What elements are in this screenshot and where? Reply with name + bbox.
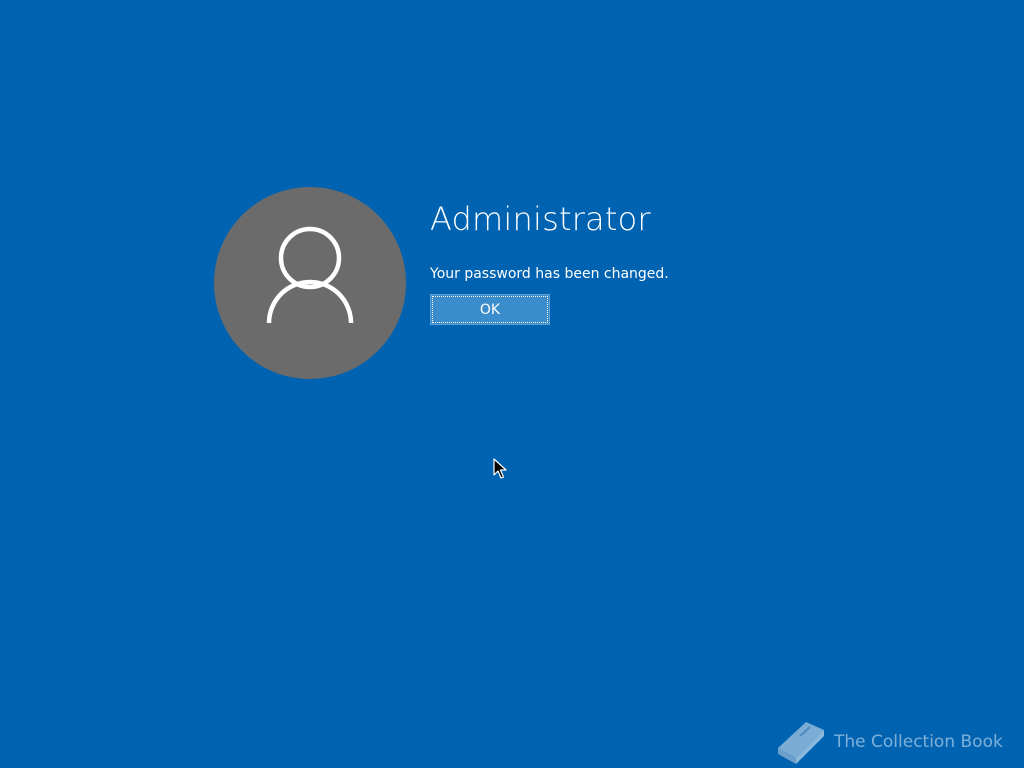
ok-button[interactable]: OK: [430, 294, 550, 325]
book-icon: [778, 722, 824, 764]
watermark: The Collection Book: [772, 718, 1003, 766]
status-message: Your password has been changed.: [430, 266, 669, 282]
user-silhouette-icon: [266, 226, 354, 324]
lock-screen: Administrator Your password has been cha…: [0, 0, 1024, 768]
mouse-cursor-icon: [493, 458, 507, 484]
watermark-text: The Collection Book: [834, 732, 1003, 752]
user-name: Administrator: [430, 200, 651, 238]
user-avatar: [214, 187, 406, 379]
